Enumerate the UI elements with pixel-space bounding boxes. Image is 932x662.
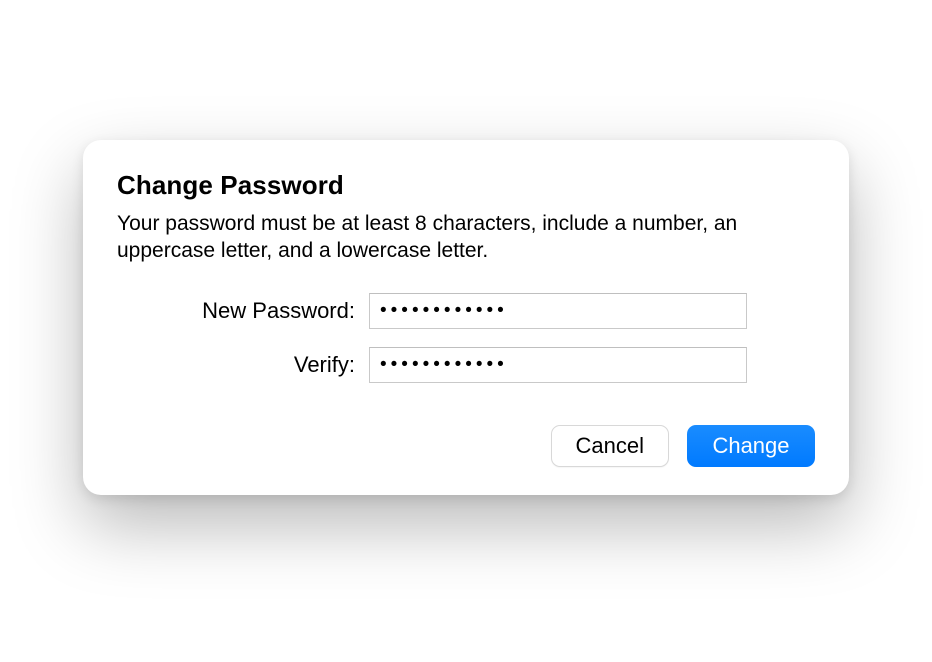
form-row-verify: Verify: <box>117 347 815 383</box>
dialog-description: Your password must be at least 8 charact… <box>117 211 815 265</box>
new-password-label: New Password: <box>117 298 369 324</box>
change-password-dialog: Change Password Your password must be at… <box>83 140 849 495</box>
change-button[interactable]: Change <box>687 425 815 467</box>
new-password-input[interactable] <box>369 293 747 329</box>
dialog-buttons: Cancel Change <box>117 425 815 467</box>
dialog-title: Change Password <box>117 170 815 201</box>
cancel-button[interactable]: Cancel <box>551 425 669 467</box>
verify-label: Verify: <box>117 352 369 378</box>
form-row-new-password: New Password: <box>117 293 815 329</box>
verify-input[interactable] <box>369 347 747 383</box>
